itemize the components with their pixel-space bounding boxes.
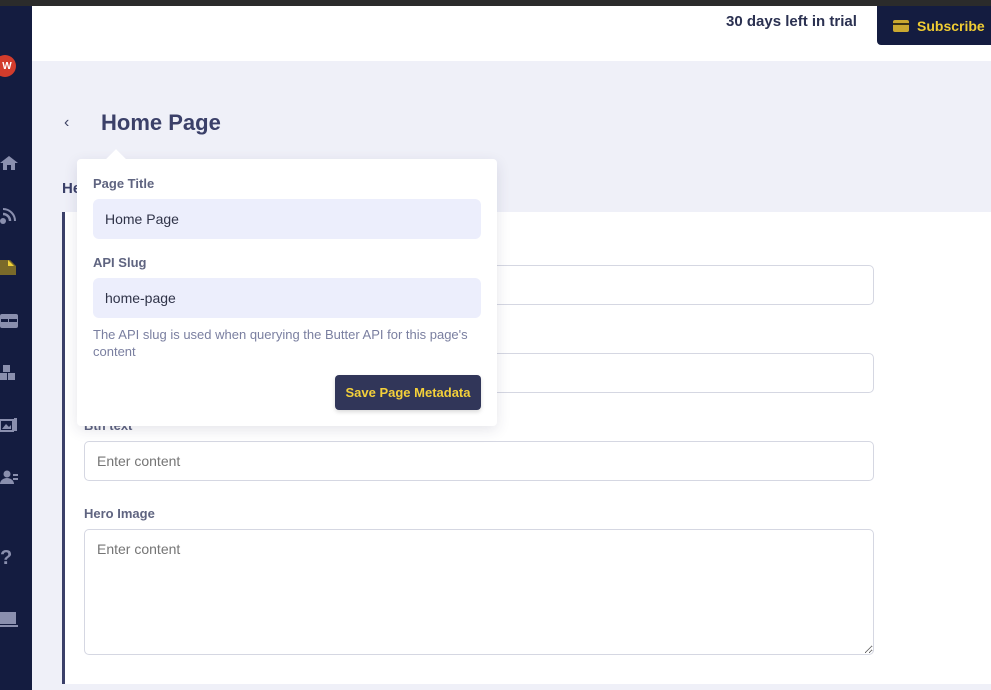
page-icon[interactable]	[0, 258, 18, 276]
chevron-left-icon[interactable]: ‹	[64, 114, 69, 132]
blocks-icon[interactable]	[0, 364, 18, 382]
page-metadata-popover: Page Title API Slug The API slug is used…	[77, 159, 497, 426]
btn-text-input[interactable]	[84, 441, 874, 481]
rss-icon[interactable]	[0, 206, 18, 224]
hero-image-input[interactable]	[84, 529, 874, 655]
subscribe-button[interactable]: Subscribe	[877, 6, 991, 45]
subscribe-label: Subscribe	[917, 17, 985, 34]
page-title-label: Page Title	[93, 176, 155, 191]
laptop-icon[interactable]	[0, 610, 18, 628]
hero-image-label: Hero Image	[84, 506, 155, 521]
home-icon[interactable]	[0, 154, 18, 172]
table-icon[interactable]	[0, 312, 18, 330]
save-page-metadata-button[interactable]: Save Page Metadata	[335, 375, 481, 410]
users-icon[interactable]	[0, 468, 18, 486]
page-title-input[interactable]	[93, 199, 481, 239]
page-title: Home Page	[101, 110, 221, 135]
credit-card-icon	[893, 19, 909, 32]
media-icon[interactable]	[0, 416, 18, 434]
api-slug-input[interactable]	[93, 278, 481, 318]
avatar[interactable]: W	[0, 55, 16, 77]
trial-status: 30 days left in trial	[726, 13, 857, 30]
question-icon[interactable]: ?	[0, 548, 18, 568]
top-header: 30 days left in trial Subscribe	[32, 6, 991, 61]
api-slug-label: API Slug	[93, 255, 147, 270]
api-slug-help-text: The API slug is used when querying the B…	[93, 327, 468, 359]
sidebar: W ?	[0, 6, 32, 690]
